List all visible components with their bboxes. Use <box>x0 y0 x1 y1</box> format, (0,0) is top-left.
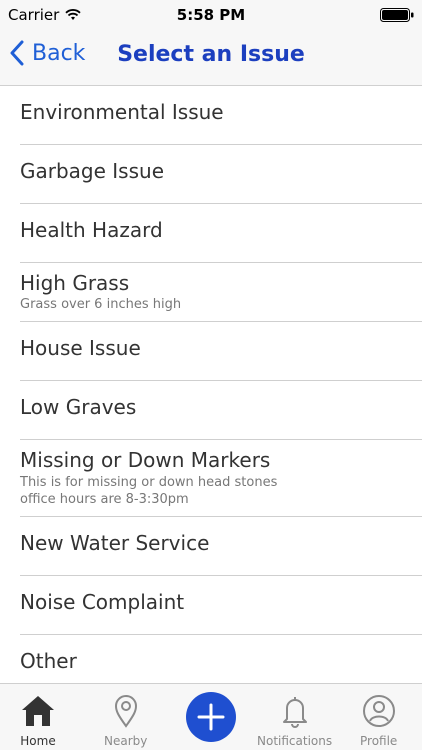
list-item[interactable]: Low Graves <box>20 381 422 440</box>
tab-label: Profile <box>360 734 398 748</box>
item-label: Health Hazard <box>20 218 163 242</box>
item-description-line: office hours are 8-3:30pm <box>20 492 189 507</box>
item-label: Environmental Issue <box>20 100 224 124</box>
item-label: Low Graves <box>20 395 137 419</box>
page-title: Select an Issue <box>117 42 305 67</box>
list-item[interactable]: Health Hazard <box>20 204 422 263</box>
map-pin-icon <box>114 695 137 728</box>
tab-nearby[interactable]: Nearby <box>104 693 147 748</box>
tab-label: Nearby <box>104 734 148 748</box>
item-description: This is for missing or down head stones … <box>20 474 277 508</box>
item-label: Garbage Issue <box>20 159 165 183</box>
tab-bar: Home Nearby Notifications Profile <box>0 683 422 750</box>
item-label: High Grass <box>20 271 130 295</box>
home-icon <box>22 696 54 726</box>
item-label: House Issue <box>20 336 141 360</box>
item-label: Other <box>20 649 77 673</box>
item-label: New Water Service <box>20 531 210 555</box>
tab-label: Home <box>20 734 56 748</box>
clock: 5:58 PM <box>176 6 246 24</box>
user-icon <box>362 695 395 727</box>
navigation-bar: Back Select an Issue <box>0 30 422 86</box>
add-button[interactable] <box>186 692 236 742</box>
list-item[interactable]: New Water Service <box>20 517 422 576</box>
list-item[interactable]: Environmental Issue <box>20 86 422 145</box>
bell-icon <box>282 697 307 728</box>
battery-icon <box>380 8 414 22</box>
list-item[interactable]: High Grass Grass over 6 inches high <box>20 263 422 322</box>
item-description-line: This is for missing or down head stones <box>20 475 278 490</box>
list-item[interactable]: House Issue <box>20 322 422 381</box>
issue-list: Environmental Issue Garbage Issue Health… <box>0 86 422 694</box>
plus-icon <box>197 703 225 731</box>
item-label: Noise Complaint <box>20 590 185 614</box>
item-label: Missing or Down Markers <box>20 448 271 472</box>
item-description: Grass over 6 inches high <box>20 297 182 312</box>
tab-home[interactable]: Home <box>20 693 56 748</box>
list-item[interactable]: Noise Complaint <box>20 576 422 635</box>
list-item[interactable]: Garbage Issue <box>20 145 422 204</box>
status-bar: Carrier 5:58 PM <box>0 0 422 30</box>
list-item[interactable]: Missing or Down Markers This is for miss… <box>20 440 422 517</box>
tab-notifications[interactable]: Notifications <box>257 693 332 748</box>
tab-profile[interactable]: Profile <box>360 693 397 748</box>
tab-label: Notifications <box>257 734 333 748</box>
